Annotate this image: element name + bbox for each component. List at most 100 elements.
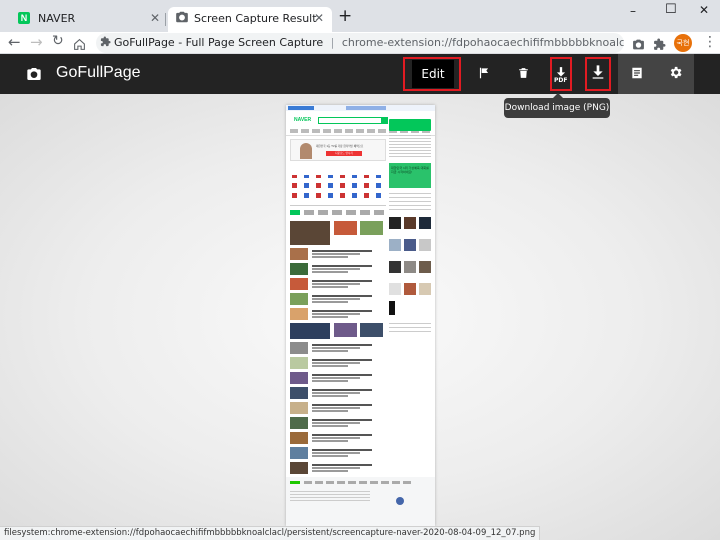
preview-article-text <box>312 350 348 352</box>
preview-product-9 <box>419 261 431 273</box>
preview-article-text <box>312 380 348 382</box>
preview-article-text <box>312 440 348 442</box>
status-bar: filesystem:chrome-extension://fdpohaocae… <box>0 526 541 540</box>
preview-article-text <box>312 286 348 288</box>
preview-product-13 <box>389 301 395 315</box>
camera-icon <box>175 10 189 27</box>
preview-product-12 <box>419 283 431 295</box>
preview-article-text <box>312 455 348 457</box>
back-icon[interactable]: ← <box>8 33 21 51</box>
camera-icon <box>26 66 42 86</box>
preview-banner-cta: 다운로드 만나기 <box>326 151 362 156</box>
preview-product-11 <box>404 283 416 295</box>
naver-icon: N <box>18 12 30 24</box>
preview-article-thumb <box>360 323 383 337</box>
preview-logo: NAVER <box>294 117 312 123</box>
preview-product-7 <box>389 261 401 273</box>
preview-product-3 <box>419 217 431 229</box>
preview-product-10 <box>389 283 401 295</box>
url-text: chrome-extension://fdpohaocaechififmbbbb… <box>341 36 624 49</box>
profile-avatar[interactable]: 국현 <box>674 34 692 52</box>
preview-right-info <box>389 135 431 159</box>
preview-topbar-left <box>288 106 314 110</box>
preview-article-thumb <box>290 402 308 414</box>
preview-article-thumb <box>290 372 308 384</box>
preview-article-thumb <box>290 248 308 260</box>
address-bar[interactable]: GoFullPage - Full Page Screen Capture | … <box>96 33 624 53</box>
minimize-button[interactable]: – <box>630 4 636 18</box>
preview-article-text <box>312 301 348 303</box>
preview-product-6 <box>419 239 431 251</box>
preview-article-text <box>312 410 348 412</box>
preview-article-thumb <box>290 293 308 305</box>
preview-article-text <box>312 437 360 439</box>
preview-article-text <box>312 407 360 409</box>
new-tab-button[interactable]: + <box>338 6 352 26</box>
preview-article-text <box>312 434 372 436</box>
preview-article-text <box>312 265 372 267</box>
settings-button[interactable] <box>656 54 694 94</box>
preview-article-thumb <box>290 308 308 320</box>
preview-topbar-right <box>346 106 386 110</box>
preview-article-text <box>312 344 372 346</box>
preview-promo-text: 대한민국 1위 가상예측 대회를 지금 시작하세요! <box>391 166 429 174</box>
page-title-text: GoFullPage - Full Page Screen Capture <box>114 36 324 49</box>
preview-article-thumb <box>290 221 330 245</box>
screenshot-preview[interactable]: NAVER 대한민국 1등 TV를 가장 합리적인 혜택으로 다운로드 만나기 … <box>286 105 435 526</box>
preview-footer-logo <box>290 481 300 484</box>
preview-product-4 <box>389 239 401 251</box>
preview-article-thumb <box>290 357 308 369</box>
preview-footer-info <box>290 491 370 503</box>
preview-tabs <box>290 210 386 215</box>
preview-article-text <box>312 316 348 318</box>
preview-article-text <box>312 470 348 472</box>
preview-right-list-2 <box>389 321 431 335</box>
screenshot-icon[interactable] <box>632 36 645 55</box>
preview-shortcuts <box>292 175 384 203</box>
edit-highlight <box>403 57 461 91</box>
notes-button[interactable] <box>618 54 656 94</box>
preview-article-text <box>312 268 360 270</box>
preview-article-text <box>312 253 360 255</box>
preview-article-thumb <box>290 417 308 429</box>
forward-icon[interactable]: → <box>30 33 43 51</box>
preview-article-text <box>312 404 372 406</box>
preview-article-text <box>312 374 372 376</box>
preview-article-thumb <box>334 221 357 235</box>
png-highlight <box>585 57 611 91</box>
close-window-button[interactable]: ✕ <box>699 3 709 17</box>
extensions-icon[interactable] <box>653 36 666 55</box>
puzzle-icon <box>100 36 111 50</box>
flag-button[interactable] <box>466 54 502 94</box>
preview-product-1 <box>389 217 401 229</box>
preview-article-thumb <box>290 263 308 275</box>
tab-title: Screen Capture Result <box>194 12 317 25</box>
tab-strip: N NAVER ✕ Screen Capture Result ✕ + – ☐ … <box>0 0 720 32</box>
preview-article-text <box>312 347 360 349</box>
menu-icon[interactable]: ⋮ <box>703 33 717 51</box>
maximize-button[interactable]: ☐ <box>665 2 677 17</box>
tab-screen-capture[interactable]: Screen Capture Result ✕ <box>168 7 332 32</box>
preview-article-text <box>312 280 372 282</box>
preview-article-thumb <box>290 462 308 474</box>
preview-login-box <box>389 119 431 131</box>
preview-article-thumb <box>290 342 308 354</box>
close-tab-icon[interactable]: ✕ <box>314 11 324 25</box>
preview-tab-active <box>290 210 300 215</box>
preview-product-5 <box>404 239 416 251</box>
app-header: GoFullPage Edit PDF <box>0 54 720 94</box>
preview-article-thumb <box>360 221 383 235</box>
delete-button[interactable] <box>505 54 541 94</box>
preview-article-text <box>312 392 360 394</box>
trash-icon <box>517 65 530 84</box>
preview-article-thumb <box>290 278 308 290</box>
home-icon[interactable] <box>73 36 86 55</box>
preview-article-text <box>312 310 372 312</box>
preview-product-2 <box>404 217 416 229</box>
preview-article-text <box>312 256 348 258</box>
preview-right-list <box>389 193 431 213</box>
preview-article-text <box>312 313 360 315</box>
reload-icon[interactable]: ↻ <box>52 33 64 49</box>
close-tab-icon[interactable]: ✕ <box>150 11 160 25</box>
tab-naver[interactable]: N NAVER ✕ <box>8 7 168 32</box>
